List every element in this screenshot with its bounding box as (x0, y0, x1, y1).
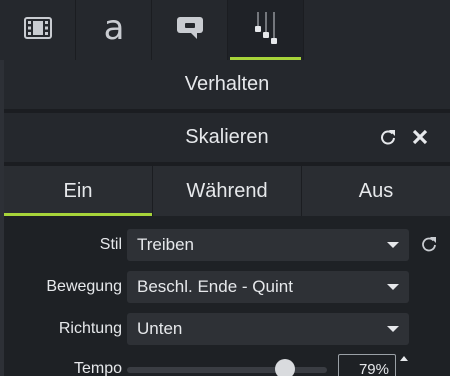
tab-behavior-properties[interactable] (228, 0, 304, 60)
direction-label: Richtung (58, 320, 122, 337)
direction-select[interactable]: Unten (127, 313, 409, 345)
speed-input[interactable]: 79% (338, 354, 396, 376)
tab-during[interactable]: Während (153, 166, 302, 216)
callout-icon (175, 15, 205, 46)
movement-label: Bewegung (46, 278, 122, 295)
annotation-text-icon: a (100, 8, 128, 49)
svg-text:a: a (103, 12, 124, 44)
behavior-properties: Stil Treiben Bewegung Beschl. Ende - Qui… (4, 216, 450, 376)
tab-visual-properties[interactable] (0, 0, 76, 60)
style-value: Treiben (137, 235, 195, 254)
chevron-down-icon (387, 326, 399, 332)
tab-annotation-properties[interactable] (152, 0, 228, 60)
movement-select[interactable]: Beschl. Ende - Quint (127, 271, 409, 303)
tab-in[interactable]: Ein (4, 166, 153, 216)
behaviors-icon (250, 10, 282, 51)
direction-value: Unten (137, 319, 183, 338)
behavior-title: Skalieren (185, 126, 269, 148)
reset-style-icon[interactable] (420, 235, 440, 255)
tab-bar-spacer (304, 0, 450, 60)
movement-row: Bewegung Beschl. Ende - Quint (4, 271, 450, 303)
spin-up-icon[interactable] (400, 356, 408, 361)
style-select[interactable]: Treiben (127, 229, 409, 261)
style-label: Stil (99, 236, 122, 253)
chevron-down-icon (387, 242, 399, 248)
direction-row: Richtung Unten (4, 313, 450, 345)
behaviors-section-title: Verhalten (184, 73, 270, 95)
properties-tab-bar: a (0, 0, 450, 60)
style-row: Stil Treiben (4, 229, 450, 261)
tab-out[interactable]: Aus (302, 166, 450, 216)
tab-text-properties[interactable]: a (76, 0, 152, 60)
speed-slider-track[interactable] (127, 367, 327, 373)
film-icon (23, 16, 52, 44)
speed-slider-handle[interactable] (275, 359, 295, 376)
behaviors-section-header: Verhalten (4, 60, 450, 111)
chevron-down-icon (387, 284, 399, 290)
close-icon[interactable] (410, 127, 430, 147)
speed-label: Tempo (73, 360, 122, 376)
phase-tab-bar: Ein Während Aus (4, 166, 450, 216)
behavior-header-scale[interactable]: Skalieren (4, 113, 450, 164)
movement-value: Beschl. Ende - Quint (137, 277, 293, 296)
reset-icon[interactable] (378, 127, 398, 147)
